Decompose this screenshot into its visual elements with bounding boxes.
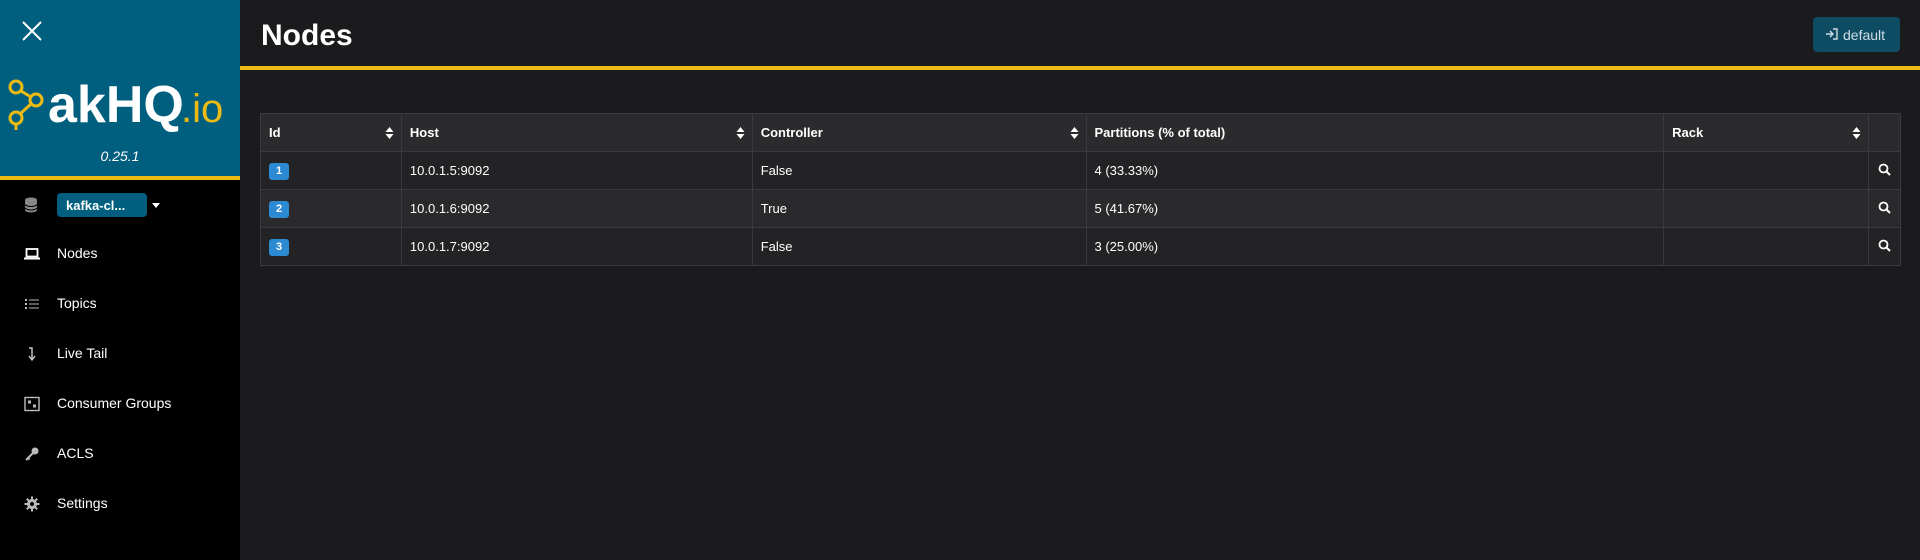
sidebar-item-acls[interactable]: ACLS bbox=[0, 433, 240, 473]
close-sidebar-button[interactable] bbox=[18, 17, 46, 45]
search-icon bbox=[1878, 239, 1891, 252]
cell-partitions: 3 (25.00%) bbox=[1085, 227, 1665, 266]
table-row[interactable]: 1 10.0.1.5:9092 False 4 (33.33%) bbox=[260, 151, 1902, 190]
column-label: Host bbox=[409, 125, 439, 140]
column-label: Partitions (% of total) bbox=[1094, 125, 1226, 140]
cell-host: 10.0.1.5:9092 bbox=[400, 151, 753, 190]
search-icon bbox=[1878, 163, 1891, 176]
cell-host: 10.0.1.6:9092 bbox=[400, 189, 753, 228]
search-icon bbox=[1878, 201, 1891, 214]
sidebar: akHQ .io 0.25.1 kafka-cl... Nodes Topics bbox=[0, 0, 240, 560]
page-title: Nodes bbox=[261, 19, 353, 52]
column-header-partitions: Partitions (% of total) bbox=[1085, 113, 1665, 152]
cell-rack bbox=[1663, 227, 1869, 266]
column-label: Rack bbox=[1672, 125, 1704, 140]
cell-controller: False bbox=[751, 227, 1087, 266]
database-icon bbox=[24, 197, 38, 213]
laptop-icon bbox=[24, 248, 40, 260]
svg-text:.io: .io bbox=[181, 87, 223, 131]
cell-rack bbox=[1663, 189, 1869, 228]
sidebar-item-label: ACLS bbox=[57, 445, 94, 461]
sidebar-item-label: Settings bbox=[57, 495, 108, 511]
column-header-host[interactable]: Host bbox=[400, 113, 753, 152]
sidebar-item-label: Live Tail bbox=[57, 345, 108, 361]
sidebar-item-nodes[interactable]: Nodes bbox=[0, 233, 240, 273]
cell-rack bbox=[1663, 151, 1869, 190]
table-row[interactable]: 3 10.0.1.7:9092 False 3 (25.00%) bbox=[260, 227, 1902, 266]
cell-partitions: 4 (33.33%) bbox=[1085, 151, 1665, 190]
cluster-selector: kafka-cl... bbox=[0, 188, 240, 222]
main-content: Nodes default bbox=[240, 0, 1920, 560]
table-header-row: Id Host Controller Partitions (% of tota… bbox=[260, 113, 1902, 152]
view-node-button[interactable] bbox=[1867, 189, 1902, 228]
list-icon bbox=[25, 299, 39, 309]
default-button-label: default bbox=[1843, 27, 1886, 43]
sidebar-item-settings[interactable]: Settings bbox=[0, 483, 240, 523]
cell-controller: True bbox=[751, 189, 1087, 228]
sort-icon[interactable] bbox=[1852, 126, 1861, 140]
akhq-logo[interactable]: akHQ .io bbox=[5, 70, 235, 136]
svg-text:akHQ: akHQ bbox=[48, 76, 184, 134]
sidebar-item-live-tail[interactable]: Live Tail bbox=[0, 333, 240, 373]
nodes-table: Id Host Controller Partitions (% of tota… bbox=[260, 113, 1902, 266]
cell-host: 10.0.1.7:9092 bbox=[400, 227, 753, 266]
sort-icon[interactable] bbox=[385, 126, 394, 140]
sign-in-icon bbox=[1826, 28, 1838, 40]
arrow-down-icon bbox=[28, 347, 36, 362]
column-header-actions bbox=[1867, 113, 1902, 152]
cell-id: 3 bbox=[260, 227, 402, 266]
close-icon bbox=[22, 21, 42, 41]
cluster-dropdown-button[interactable]: kafka-cl... bbox=[57, 193, 147, 217]
group-icon bbox=[24, 396, 40, 412]
sort-icon[interactable] bbox=[1070, 126, 1079, 140]
view-node-button[interactable] bbox=[1867, 151, 1902, 190]
default-cluster-button[interactable]: default bbox=[1813, 17, 1900, 52]
table-row[interactable]: 2 10.0.1.6:9092 True 5 (41.67%) bbox=[260, 189, 1902, 228]
view-node-button[interactable] bbox=[1867, 227, 1902, 266]
chevron-down-icon[interactable] bbox=[152, 203, 160, 208]
brand-header: akHQ .io 0.25.1 bbox=[0, 0, 240, 180]
column-header-id[interactable]: Id bbox=[260, 113, 402, 152]
column-label: Id bbox=[269, 125, 281, 140]
sort-icon[interactable] bbox=[736, 126, 745, 140]
cell-id: 2 bbox=[260, 189, 402, 228]
cell-controller: False bbox=[751, 151, 1087, 190]
sidebar-item-consumer-groups[interactable]: Consumer Groups bbox=[0, 383, 240, 423]
column-header-controller[interactable]: Controller bbox=[751, 113, 1087, 152]
cell-id: 1 bbox=[260, 151, 402, 190]
gear-icon bbox=[24, 496, 40, 512]
id-badge: 1 bbox=[269, 163, 289, 180]
column-label: Controller bbox=[760, 125, 823, 140]
column-header-rack[interactable]: Rack bbox=[1663, 113, 1869, 152]
id-badge: 2 bbox=[269, 201, 289, 218]
app-version: 0.25.1 bbox=[100, 148, 140, 164]
cell-partitions: 5 (41.67%) bbox=[1085, 189, 1665, 228]
sidebar-item-label: Consumer Groups bbox=[57, 395, 172, 411]
sidebar-item-label: Topics bbox=[57, 295, 97, 311]
page-header: Nodes default bbox=[240, 0, 1920, 70]
sidebar-item-label: Nodes bbox=[57, 245, 98, 261]
sidebar-item-topics[interactable]: Topics bbox=[0, 283, 240, 323]
key-icon bbox=[25, 447, 39, 461]
id-badge: 3 bbox=[269, 239, 289, 256]
